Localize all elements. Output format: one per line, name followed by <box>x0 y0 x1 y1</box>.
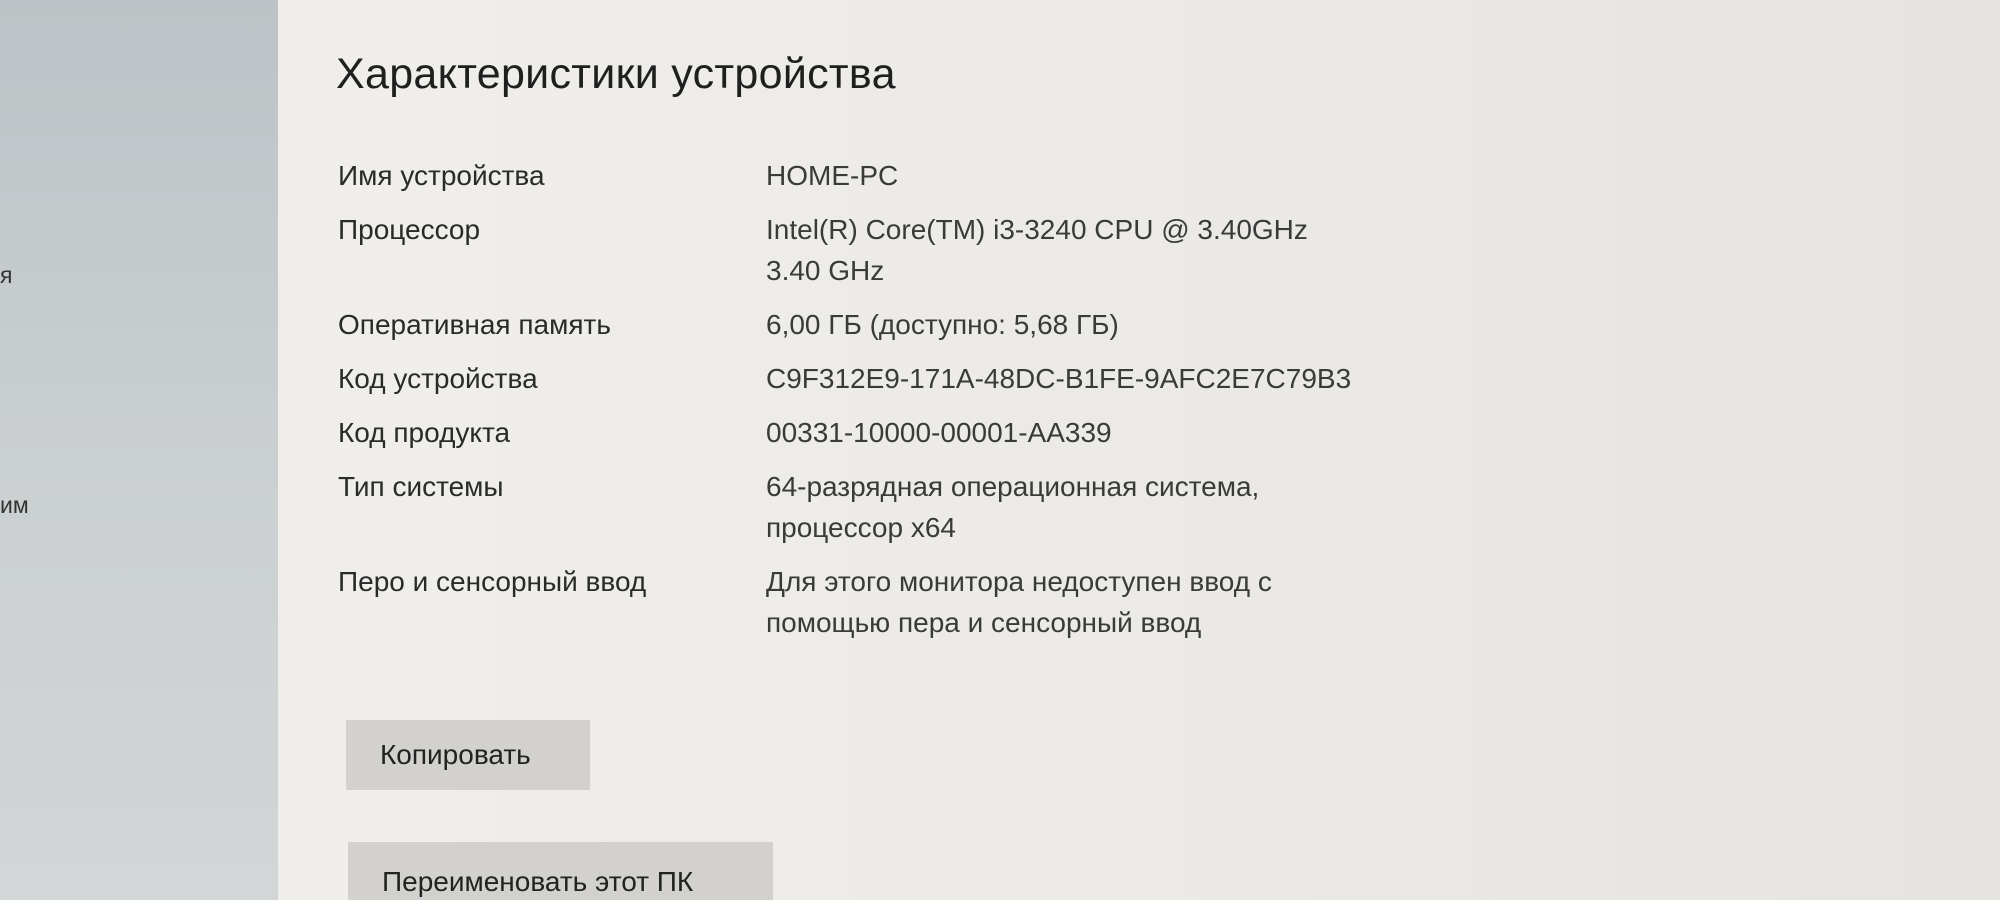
spec-value: Intel(R) Core(TM) i3-3240 CPU @ 3.40GHz … <box>766 214 1308 286</box>
spec-row-ram: Оперативная память 6,00 ГБ (доступно: 5,… <box>338 304 1438 345</box>
spec-value: 00331-10000-00001-AA339 <box>766 417 1112 448</box>
sidebar-item-fragment[interactable]: я <box>0 262 12 289</box>
settings-sidebar: я им <box>0 0 278 900</box>
rename-pc-button[interactable]: Переименовать этот ПК <box>348 842 773 900</box>
device-specs-list: Имя устройства HOME-PC Процессор Intel(R… <box>338 155 1438 656</box>
main-content: Характеристики устройства Имя устройства… <box>278 0 2000 900</box>
spec-label: Процессор <box>338 214 481 245</box>
spec-value: 64-разрядная операционная система, проце… <box>766 471 1260 543</box>
spec-row-device-name: Имя устройства HOME-PC <box>338 155 1438 196</box>
spec-label: Имя устройства <box>338 160 545 191</box>
spec-label: Код продукта <box>338 417 511 448</box>
spec-label: Оперативная память <box>338 309 611 340</box>
spec-value: 6,00 ГБ (доступно: 5,68 ГБ) <box>766 309 1119 340</box>
spec-row-processor: Процессор Intel(R) Core(TM) i3-3240 CPU … <box>338 209 1438 291</box>
section-title: Характеристики устройства <box>336 50 896 98</box>
spec-row-device-id: Код устройства C9F312E9-171A-48DC-B1FE-9… <box>338 358 1438 399</box>
settings-window: я им Характеристики устройства Имя устро… <box>0 0 2000 900</box>
spec-value: C9F312E9-171A-48DC-B1FE-9AFC2E7C79B3 <box>766 363 1352 394</box>
sidebar-item-fragment[interactable]: им <box>0 492 29 519</box>
spec-row-pen-touch: Перо и сенсорный ввод Для этого монитора… <box>338 561 1438 643</box>
spec-row-system-type: Тип системы 64-разрядная операционная си… <box>338 466 1438 548</box>
spec-row-product-id: Код продукта 00331-10000-00001-AA339 <box>338 412 1438 453</box>
spec-label: Код устройства <box>338 363 538 394</box>
spec-value: HOME-PC <box>766 160 899 191</box>
spec-label: Перо и сенсорный ввод <box>338 566 647 597</box>
copy-button[interactable]: Копировать <box>346 720 590 790</box>
spec-value: Для этого монитора недоступен ввод с пом… <box>766 566 1272 638</box>
spec-label: Тип системы <box>338 471 504 502</box>
